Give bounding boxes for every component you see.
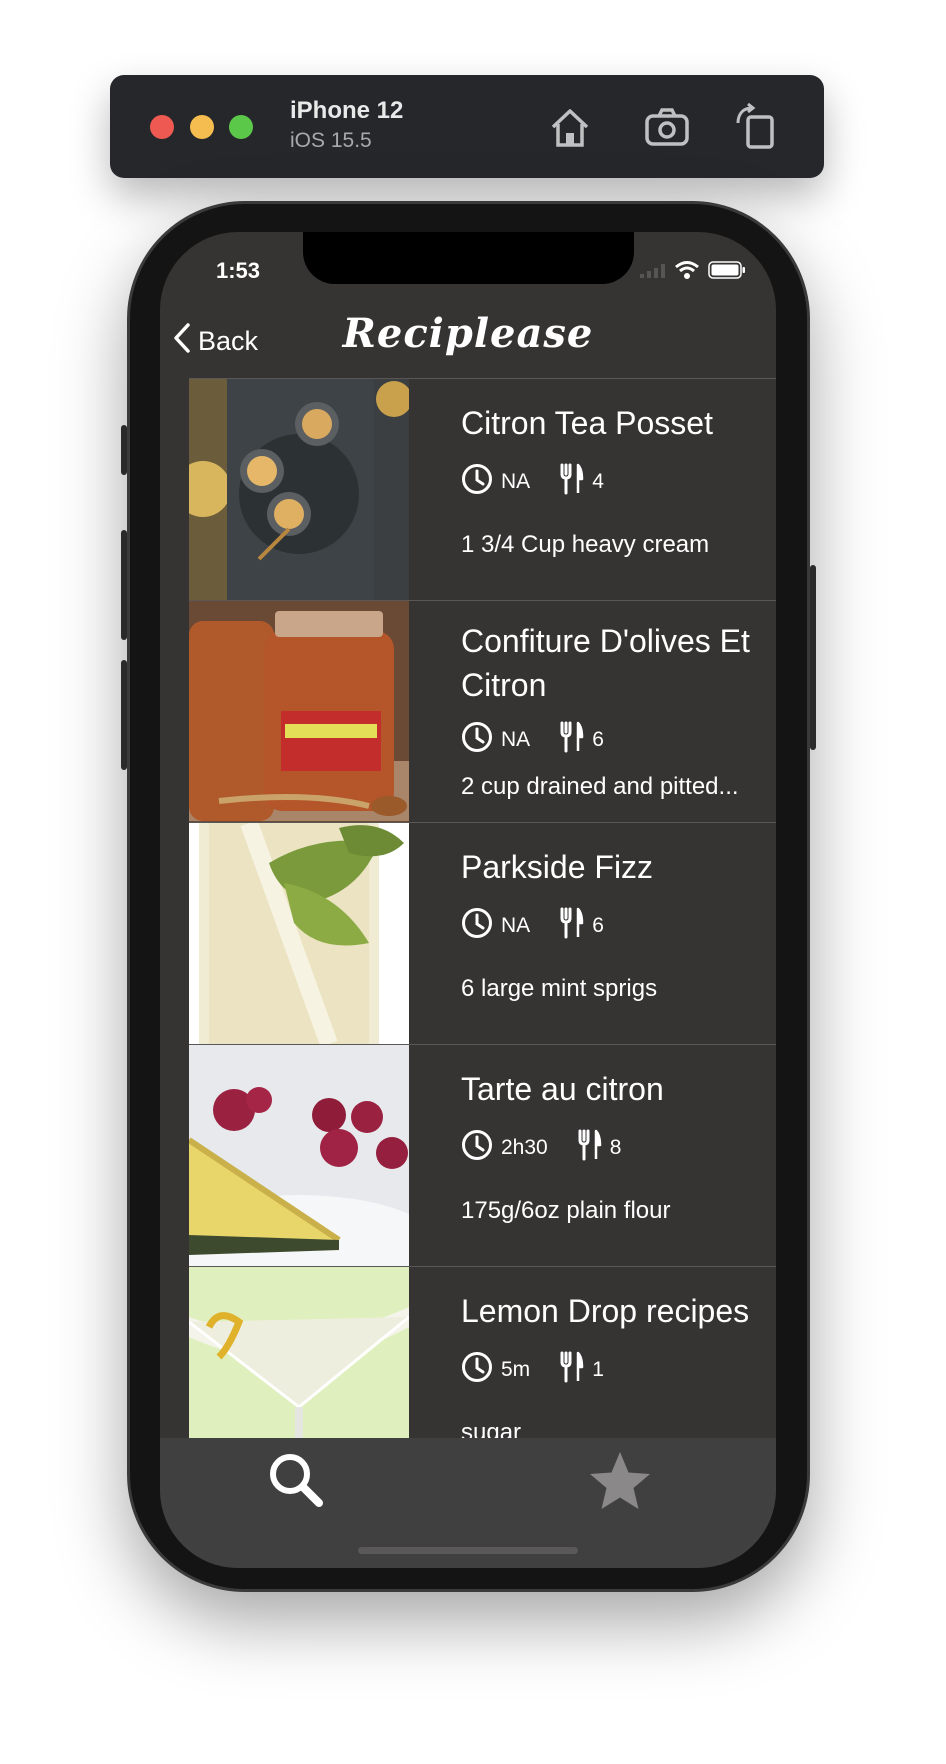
recipe-time: NA bbox=[501, 470, 531, 493]
tab-bar bbox=[160, 1438, 776, 1568]
recipe-info: Tarte au citron 2h30 8 175g/6oz plain fl… bbox=[409, 1045, 776, 1266]
volume-up-button bbox=[121, 530, 127, 640]
home-indicator[interactable] bbox=[358, 1547, 578, 1554]
recipe-title: Tarte au citron bbox=[461, 1071, 664, 1107]
recipe-servings: 4 bbox=[592, 470, 604, 493]
fork-knife-icon bbox=[560, 721, 584, 759]
recipe-meta: NA 6 bbox=[461, 907, 776, 945]
fork-knife-icon bbox=[560, 463, 584, 501]
volume-down-button bbox=[121, 660, 127, 770]
recipe-ingredient: 1 3/4 Cup heavy cream bbox=[461, 531, 710, 558]
battery-icon bbox=[708, 261, 746, 283]
tab-search[interactable] bbox=[262, 1446, 332, 1516]
simulator-toolbar: iPhone 12 iOS 15.5 bbox=[110, 75, 824, 178]
recipe-info: Confiture D'olives Et Citron NA 6 2 cup … bbox=[409, 601, 776, 822]
search-icon bbox=[262, 1454, 332, 1520]
clock-icon bbox=[461, 463, 493, 501]
clock-icon bbox=[461, 1129, 493, 1167]
clock-icon bbox=[461, 907, 493, 945]
recipe-info: Lemon Drop recipes 5m 1 sugar bbox=[409, 1267, 776, 1438]
screenshot-icon[interactable] bbox=[642, 103, 692, 151]
wifi-icon bbox=[674, 260, 700, 284]
recipe-title: Lemon Drop recipes bbox=[461, 1293, 750, 1329]
recipe-servings: 6 bbox=[592, 914, 604, 937]
recipe-time: NA bbox=[501, 914, 531, 937]
back-button[interactable]: Back bbox=[172, 322, 258, 361]
status-time: 1:53 bbox=[216, 258, 261, 283]
recipe-meta: 5m 1 bbox=[461, 1351, 776, 1389]
recipe-meta: NA 6 bbox=[461, 721, 776, 759]
close-window-button[interactable] bbox=[150, 115, 174, 139]
power-button bbox=[810, 565, 816, 750]
recipe-row[interactable]: Lemon Drop recipes 5m 1 sugar bbox=[189, 1266, 776, 1438]
recipe-servings: 1 bbox=[592, 1358, 604, 1381]
signal-icon bbox=[640, 263, 666, 282]
recipe-title: Citron Tea Posset bbox=[461, 405, 713, 441]
recipe-row[interactable]: Parkside Fizz NA 6 6 large mint sprigs bbox=[189, 822, 776, 1044]
status-icons bbox=[640, 260, 746, 284]
fork-knife-icon bbox=[560, 907, 584, 945]
recipe-title: Parkside Fizz bbox=[461, 849, 654, 885]
recipe-ingredient: 2 cup drained and pitted... bbox=[461, 773, 739, 800]
fork-knife-icon bbox=[560, 1351, 584, 1389]
zoom-window-button[interactable] bbox=[229, 115, 253, 139]
recipe-time: 5m bbox=[501, 1358, 531, 1381]
recipe-image bbox=[189, 379, 409, 600]
home-icon[interactable] bbox=[545, 103, 595, 151]
recipe-row[interactable]: Citron Tea Posset NA 4 1 3/4 Cup heavy c… bbox=[189, 378, 776, 600]
chevron-left-icon bbox=[172, 322, 192, 361]
recipe-image bbox=[189, 823, 409, 1044]
clock-icon bbox=[461, 1351, 493, 1389]
recipe-meta: NA 4 bbox=[461, 463, 776, 501]
tab-favorites[interactable] bbox=[585, 1446, 655, 1516]
recipe-row[interactable]: Confiture D'olives Et Citron NA 6 2 cup … bbox=[189, 600, 776, 822]
clock-icon bbox=[461, 721, 493, 759]
recipe-row[interactable]: Tarte au citron 2h30 8 175g/6oz plain fl… bbox=[189, 1044, 776, 1266]
recipe-list[interactable]: Citron Tea Posset NA 4 1 3/4 Cup heavy c… bbox=[189, 378, 776, 1438]
recipe-ingredient: sugar bbox=[461, 1419, 522, 1438]
recipe-ingredient: 6 large mint sprigs bbox=[461, 975, 658, 1002]
fork-knife-icon bbox=[578, 1129, 602, 1167]
rotate-icon[interactable] bbox=[732, 102, 782, 151]
recipe-info: Parkside Fizz NA 6 6 large mint sprigs bbox=[409, 823, 776, 1044]
recipe-title: Confiture D'olives Et Citron bbox=[461, 623, 750, 703]
recipe-image bbox=[189, 1045, 409, 1266]
recipe-image bbox=[189, 1267, 409, 1438]
recipe-meta: 2h30 8 bbox=[461, 1129, 776, 1167]
recipe-servings: 8 bbox=[609, 1136, 622, 1159]
back-label: Back bbox=[198, 326, 259, 356]
os-version: iOS 15.5 bbox=[290, 129, 372, 152]
recipe-info: Citron Tea Posset NA 4 1 3/4 Cup heavy c… bbox=[409, 379, 776, 600]
star-icon bbox=[585, 1452, 655, 1520]
notch bbox=[303, 232, 634, 284]
app-screen: 1:53 Back Reciplease Citron Tea Posset N… bbox=[160, 232, 776, 1568]
device-name: iPhone 12 bbox=[290, 97, 404, 124]
recipe-servings: 6 bbox=[592, 728, 604, 751]
minimize-window-button[interactable] bbox=[190, 115, 214, 139]
mute-switch bbox=[121, 425, 127, 475]
recipe-time: 2h30 bbox=[501, 1136, 548, 1159]
recipe-time: NA bbox=[501, 728, 531, 751]
recipe-image bbox=[189, 601, 409, 822]
recipe-ingredient: 175g/6oz plain flour bbox=[461, 1197, 671, 1224]
